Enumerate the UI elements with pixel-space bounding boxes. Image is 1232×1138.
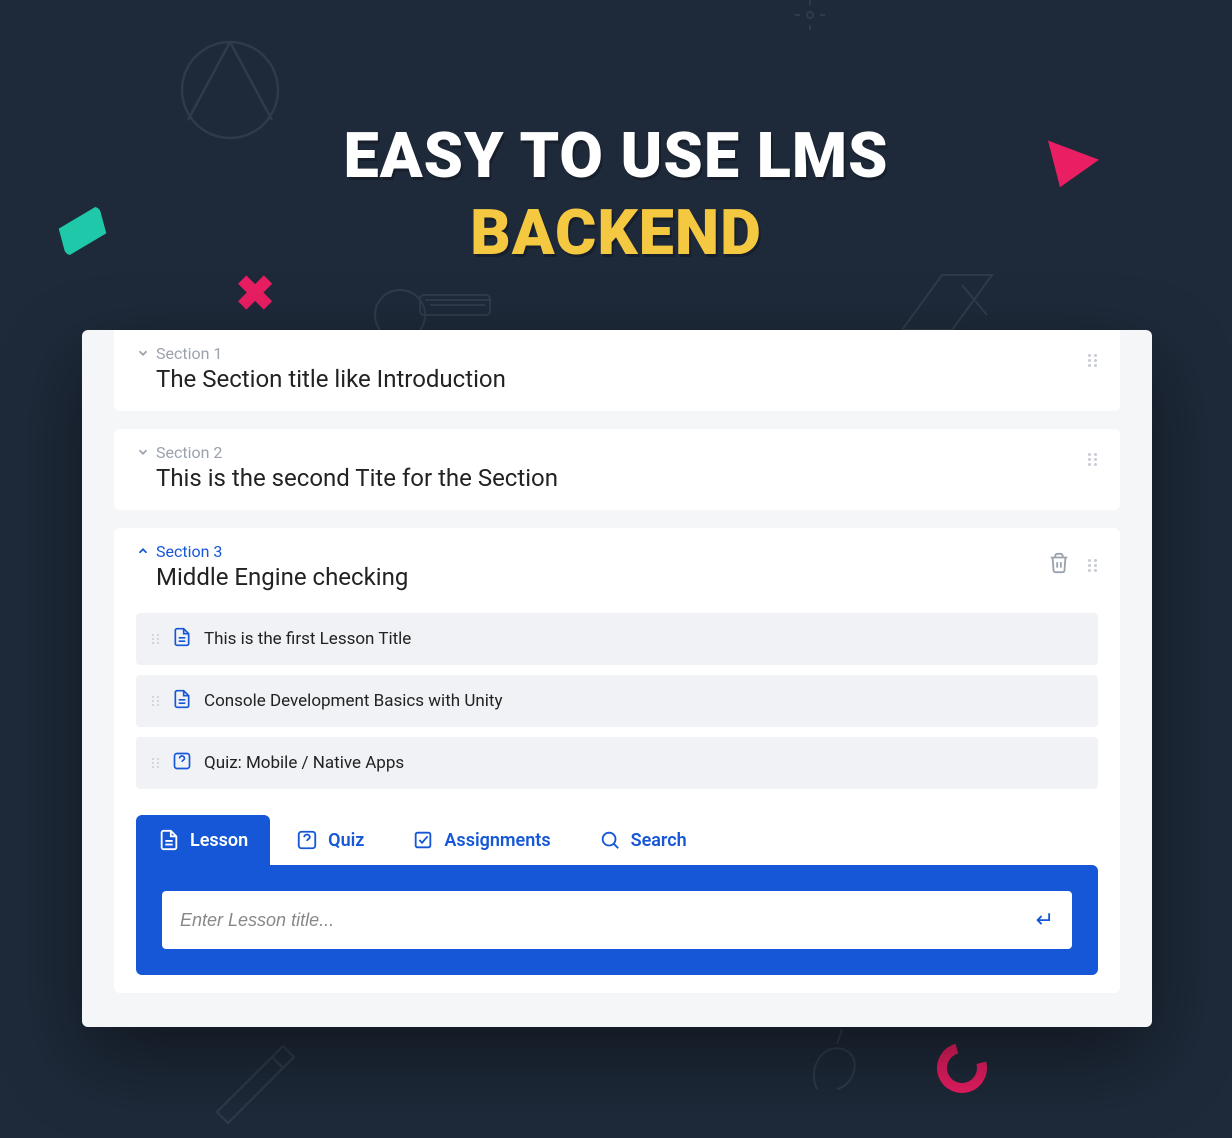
drag-handle-icon[interactable]	[1088, 354, 1098, 367]
decoration-red-ring	[928, 1034, 996, 1102]
section-title: The Section title like Introduction	[156, 365, 1088, 393]
tab-label: Search	[631, 830, 687, 851]
chevron-down-icon[interactable]	[136, 443, 156, 463]
hero-title: EASY TO USE LMS BACKEND	[0, 120, 1232, 270]
lesson-title: Console Development Basics with Unity	[204, 691, 503, 711]
section-label: Section 1	[156, 344, 1088, 363]
lesson-item[interactable]: Quiz: Mobile / Native Apps	[136, 737, 1098, 789]
tab-label: Lesson	[190, 830, 248, 851]
lesson-title: This is the first Lesson Title	[204, 629, 411, 649]
section-title: This is the second Tite for the Section	[156, 464, 1088, 492]
enter-icon[interactable]: ↵	[1036, 908, 1054, 933]
lesson-title: Quiz: Mobile / Native Apps	[204, 753, 404, 773]
decoration-pink-x: ✖	[235, 265, 275, 322]
lesson-title-input-wrap: ↵	[162, 891, 1072, 949]
lesson-item[interactable]: This is the first Lesson Title	[136, 613, 1098, 665]
chevron-up-icon[interactable]	[136, 542, 156, 562]
chevron-down-icon[interactable]	[136, 344, 156, 364]
content-tabs: Lesson Quiz Assignments Search	[136, 815, 1098, 865]
quiz-icon	[172, 751, 192, 775]
tab-label: Quiz	[328, 830, 364, 851]
section-label: Section 3	[156, 542, 1048, 561]
trash-icon[interactable]	[1048, 552, 1070, 578]
lessons-list: This is the first Lesson Title Console D…	[136, 613, 1098, 789]
drag-handle-icon[interactable]	[1088, 559, 1098, 572]
drag-handle-icon[interactable]	[152, 758, 160, 768]
tab-lesson[interactable]: Lesson	[136, 815, 270, 865]
tab-quiz[interactable]: Quiz	[274, 815, 386, 865]
section-1[interactable]: Section 1 The Section title like Introdu…	[114, 330, 1120, 411]
hero: EASY TO USE LMS BACKEND	[0, 0, 1232, 270]
drag-handle-icon[interactable]	[1088, 453, 1098, 466]
lesson-title-input[interactable]	[180, 910, 1036, 931]
section-2[interactable]: Section 2 This is the second Tite for th…	[114, 429, 1120, 510]
document-icon	[172, 627, 192, 651]
lesson-item[interactable]: Console Development Basics with Unity	[136, 675, 1098, 727]
section-label: Section 2	[156, 443, 1088, 462]
lms-card: Section 1 The Section title like Introdu…	[82, 330, 1152, 1027]
drag-handle-icon[interactable]	[152, 696, 160, 706]
section-title: Middle Engine checking	[156, 563, 1048, 591]
lesson-input-panel: ↵	[136, 865, 1098, 975]
hero-line2: BACKEND	[0, 197, 1232, 270]
drag-handle-icon[interactable]	[152, 634, 160, 644]
tab-label: Assignments	[444, 830, 550, 851]
document-icon	[172, 689, 192, 713]
tab-assignments[interactable]: Assignments	[390, 815, 572, 865]
tab-search[interactable]: Search	[577, 815, 709, 865]
section-3[interactable]: Section 3 Middle Engine checking This is…	[114, 528, 1120, 993]
hero-line1: EASY TO USE LMS	[343, 120, 888, 193]
